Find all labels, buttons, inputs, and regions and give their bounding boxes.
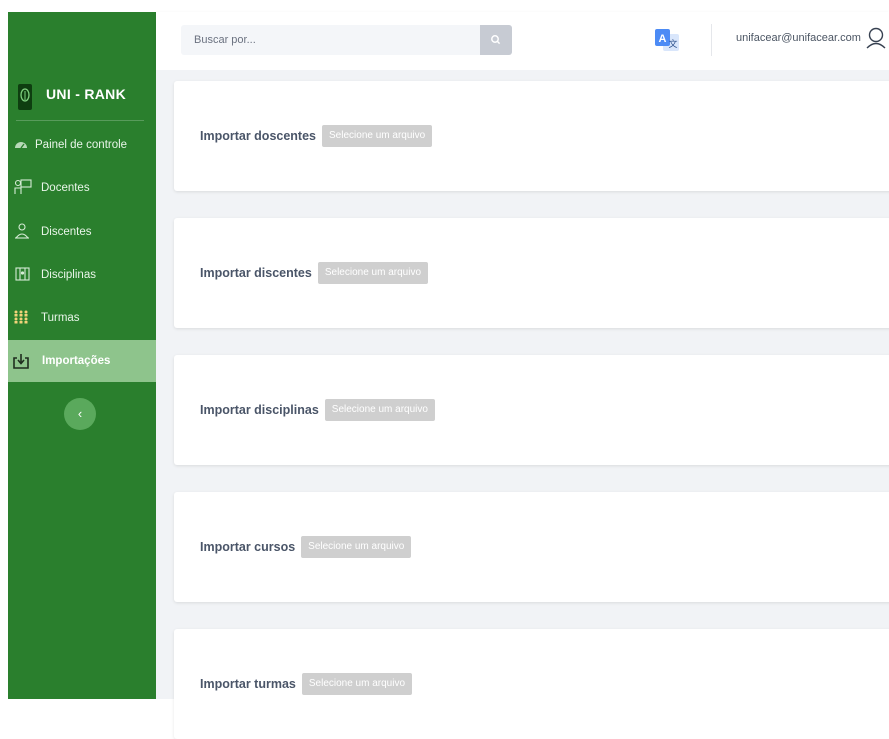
import-label: Importar doscentes bbox=[200, 129, 317, 143]
sidebar-item-turmas[interactable]: Turmas bbox=[8, 297, 156, 339]
student-icon bbox=[14, 223, 32, 239]
sidebar-item-label: Docentes bbox=[41, 182, 90, 194]
user-email[interactable]: unifacear@unifacear.com bbox=[736, 32, 861, 44]
dashboard-icon bbox=[12, 136, 30, 152]
sidebar-item-painel-de-controle[interactable]: Painel de controle bbox=[8, 124, 156, 166]
group-icon bbox=[13, 309, 31, 325]
import-card-disciplinas: Importar disciplinas Selecione um arquiv… bbox=[174, 355, 889, 465]
sidebar: UNI - RANK Painel de controle Docentes D… bbox=[8, 12, 156, 699]
select-file-button[interactable]: Selecione um arquivo bbox=[322, 125, 433, 147]
import-card-doscentes: Importar doscentes Selecione um arquivo bbox=[174, 81, 889, 191]
user-icon[interactable] bbox=[865, 26, 887, 50]
books-icon bbox=[14, 266, 32, 282]
import-label: Importar turmas bbox=[200, 677, 296, 691]
svg-text:文: 文 bbox=[668, 38, 677, 50]
select-file-button[interactable]: Selecione um arquivo bbox=[301, 673, 413, 695]
sidebar-item-disciplinas[interactable]: Disciplinas bbox=[8, 254, 156, 296]
import-icon bbox=[12, 353, 30, 369]
sidebar-item-label: Discentes bbox=[41, 226, 92, 238]
sidebar-item-label: Turmas bbox=[41, 312, 80, 324]
import-label: Importar disciplinas bbox=[200, 403, 319, 417]
import-label: Importar discentes bbox=[200, 266, 312, 280]
sidebar-item-label: Painel de controle bbox=[35, 139, 128, 151]
import-card-turmas: Importar turmas Selecione um arquivo bbox=[174, 629, 889, 739]
import-card-discentes: Importar discentes Selecione um arquivo bbox=[174, 218, 889, 328]
select-file-button[interactable]: Selecione um arquivo bbox=[324, 399, 435, 421]
sidebar-item-label: Disciplinas bbox=[41, 269, 96, 281]
import-label: Importar cursos bbox=[200, 540, 296, 554]
sidebar-item-discentes[interactable]: Discentes bbox=[8, 211, 156, 253]
teacher-icon bbox=[14, 179, 32, 195]
main-content: Importar doscentes Selecione um arquivo … bbox=[156, 70, 889, 739]
header-divider bbox=[711, 24, 712, 56]
sidebar-item-docentes[interactable]: Docentes bbox=[8, 167, 156, 209]
sidebar-collapse-button[interactable]: ‹ bbox=[64, 398, 96, 430]
import-card-cursos: Importar cursos Selecione um arquivo bbox=[174, 492, 889, 602]
svg-text:A: A bbox=[659, 33, 667, 45]
sidebar-item-importacoes[interactable]: Importações bbox=[8, 340, 156, 382]
select-file-button[interactable]: Selecione um arquivo bbox=[317, 262, 429, 284]
chevron-left-icon: ‹ bbox=[77, 406, 83, 421]
search-input[interactable] bbox=[181, 25, 480, 55]
brand-logo-icon bbox=[18, 84, 32, 110]
translate-icon[interactable]: A 文 bbox=[654, 28, 684, 54]
brand[interactable]: UNI - RANK bbox=[8, 80, 156, 130]
brand-divider bbox=[16, 120, 144, 121]
search-box bbox=[181, 25, 512, 55]
search-button[interactable] bbox=[480, 25, 512, 55]
search-icon bbox=[491, 35, 501, 45]
top-bar: A 文 unifacear@unifacear.com bbox=[156, 12, 889, 70]
select-file-button[interactable]: Selecione um arquivo bbox=[301, 536, 412, 558]
sidebar-item-label: Importações bbox=[42, 355, 111, 367]
brand-name: UNI - RANK bbox=[46, 86, 126, 102]
